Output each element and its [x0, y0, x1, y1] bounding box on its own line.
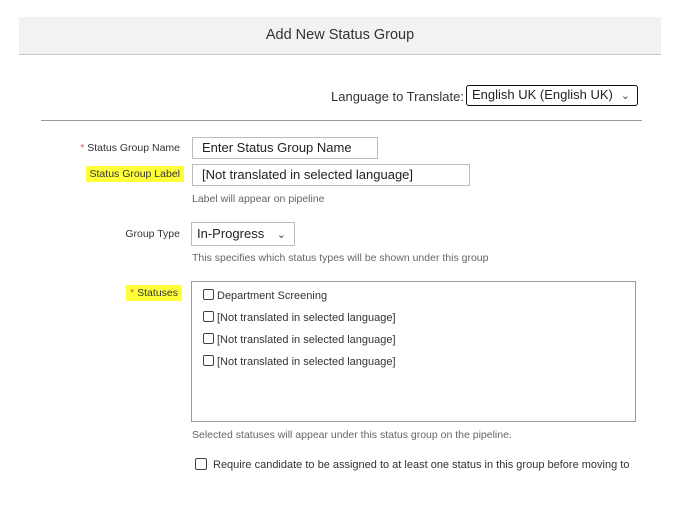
require-assignment-label: Require candidate to be assigned to at l… — [213, 459, 630, 471]
status-group-label-label-text: Status Group Label — [85, 166, 184, 182]
status-group-label-hint: Label will appear on pipeline — [192, 193, 325, 205]
status-group-name-input[interactable]: Enter Status Group Name — [192, 137, 378, 159]
status-item[interactable]: Department Screening — [203, 289, 327, 302]
status-checkbox[interactable] — [203, 333, 214, 344]
statuses-hint: Selected statuses will appear under this… — [192, 429, 512, 441]
status-item[interactable]: [Not translated in selected language] — [203, 355, 396, 368]
status-group-label-label: Status Group Label — [85, 166, 184, 182]
language-select[interactable]: English UK (English UK) ⌄ — [466, 85, 638, 106]
group-type-label: Group Type — [125, 228, 180, 240]
status-group-name-label-text: Status Group Name — [87, 142, 180, 154]
require-assignment-checkbox[interactable] — [195, 458, 207, 470]
dialog-title: Add New Status Group — [265, 27, 415, 43]
divider — [41, 120, 642, 121]
group-type-select[interactable]: In-Progress ⌄ — [191, 222, 295, 246]
status-item-label: [Not translated in selected language] — [217, 334, 396, 346]
dialog-header: Add New Status Group — [19, 17, 661, 55]
chevron-down-icon: ⌄ — [276, 229, 286, 241]
required-marker: * — [80, 142, 85, 154]
require-assignment-option[interactable]: Require candidate to be assigned to at l… — [195, 458, 645, 471]
status-item-label: [Not translated in selected language] — [217, 312, 396, 324]
status-checkbox[interactable] — [203, 289, 214, 300]
status-checkbox[interactable] — [203, 355, 214, 366]
status-item-label: Department Screening — [217, 290, 328, 302]
language-label: Language to Translate: — [331, 89, 464, 104]
group-type-hint: This specifies which status types will b… — [192, 252, 489, 264]
status-item-label: [Not translated in selected language] — [217, 356, 396, 368]
statuses-label-text: Statuses — [137, 287, 178, 299]
language-select-value: English UK (English UK) — [472, 87, 613, 102]
required-marker: * — [130, 287, 135, 299]
status-checkbox[interactable] — [203, 311, 214, 322]
statuses-list: Department Screening [Not translated in … — [191, 281, 636, 422]
statuses-label: * Statuses — [126, 285, 182, 301]
status-group-name-label: * Status Group Name — [80, 142, 180, 154]
status-item[interactable]: [Not translated in selected language] — [203, 311, 396, 324]
group-type-select-value: In-Progress — [197, 226, 265, 241]
status-group-label-input[interactable]: [Not translated in selected language] — [192, 164, 470, 186]
chevron-down-icon: ⌄ — [620, 90, 630, 102]
status-item[interactable]: [Not translated in selected language] — [203, 333, 396, 346]
